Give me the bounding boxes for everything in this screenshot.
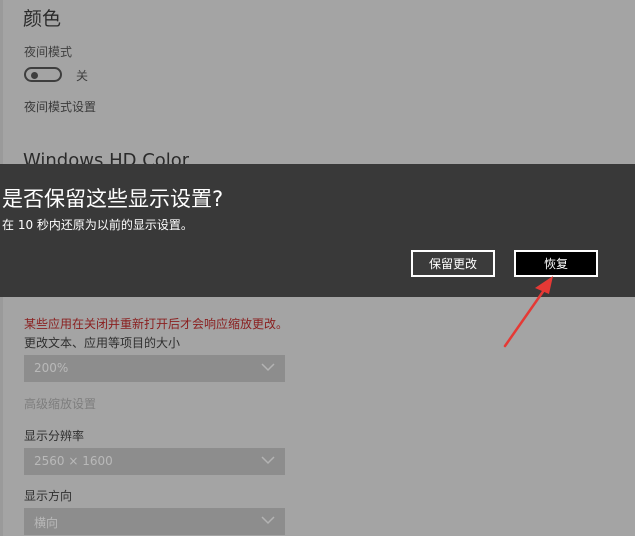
keep-display-settings-dialog: 是否保留这些显示设置? 在 10 秒内还原为以前的显示设置。 保留更改 恢复 xyxy=(0,164,635,297)
toggle-knob xyxy=(31,71,38,79)
night-mode-settings-link[interactable]: 夜间模式设置 xyxy=(24,98,96,115)
chevron-down-icon xyxy=(261,456,275,465)
revert-button[interactable]: 恢复 xyxy=(514,250,598,277)
resolution-dropdown[interactable]: 2560 × 1600 xyxy=(24,448,285,475)
scale-label: 更改文本、应用等项目的大小 xyxy=(24,336,181,350)
chevron-down-icon xyxy=(261,516,275,525)
advanced-scaling-link[interactable]: 高级缩放设置 xyxy=(24,395,96,412)
night-mode-state: 关 xyxy=(76,69,89,83)
scale-value: 200% xyxy=(34,361,69,375)
scale-dropdown[interactable]: 200% xyxy=(24,355,285,382)
orientation-dropdown[interactable]: 横向 xyxy=(24,508,285,535)
chevron-down-icon xyxy=(261,363,275,372)
scale-warning-text: 某些应用在关闭并重新打开后才会响应缩放更改。 xyxy=(24,317,289,331)
night-mode-label: 夜间模式 xyxy=(24,45,73,59)
resolution-value: 2560 × 1600 xyxy=(34,454,113,468)
resolution-label: 显示分辨率 xyxy=(24,429,85,443)
orientation-value: 横向 xyxy=(34,516,59,530)
hd-color-title: Windows HD Color xyxy=(23,150,190,164)
dialog-title: 是否保留这些显示设置? xyxy=(2,187,224,211)
orientation-label: 显示方向 xyxy=(24,489,73,503)
section-title-color: 颜色 xyxy=(23,8,62,30)
keep-changes-button[interactable]: 保留更改 xyxy=(411,250,495,277)
night-mode-toggle[interactable] xyxy=(24,67,62,82)
dialog-message: 在 10 秒内还原为以前的显示设置。 xyxy=(2,218,193,232)
